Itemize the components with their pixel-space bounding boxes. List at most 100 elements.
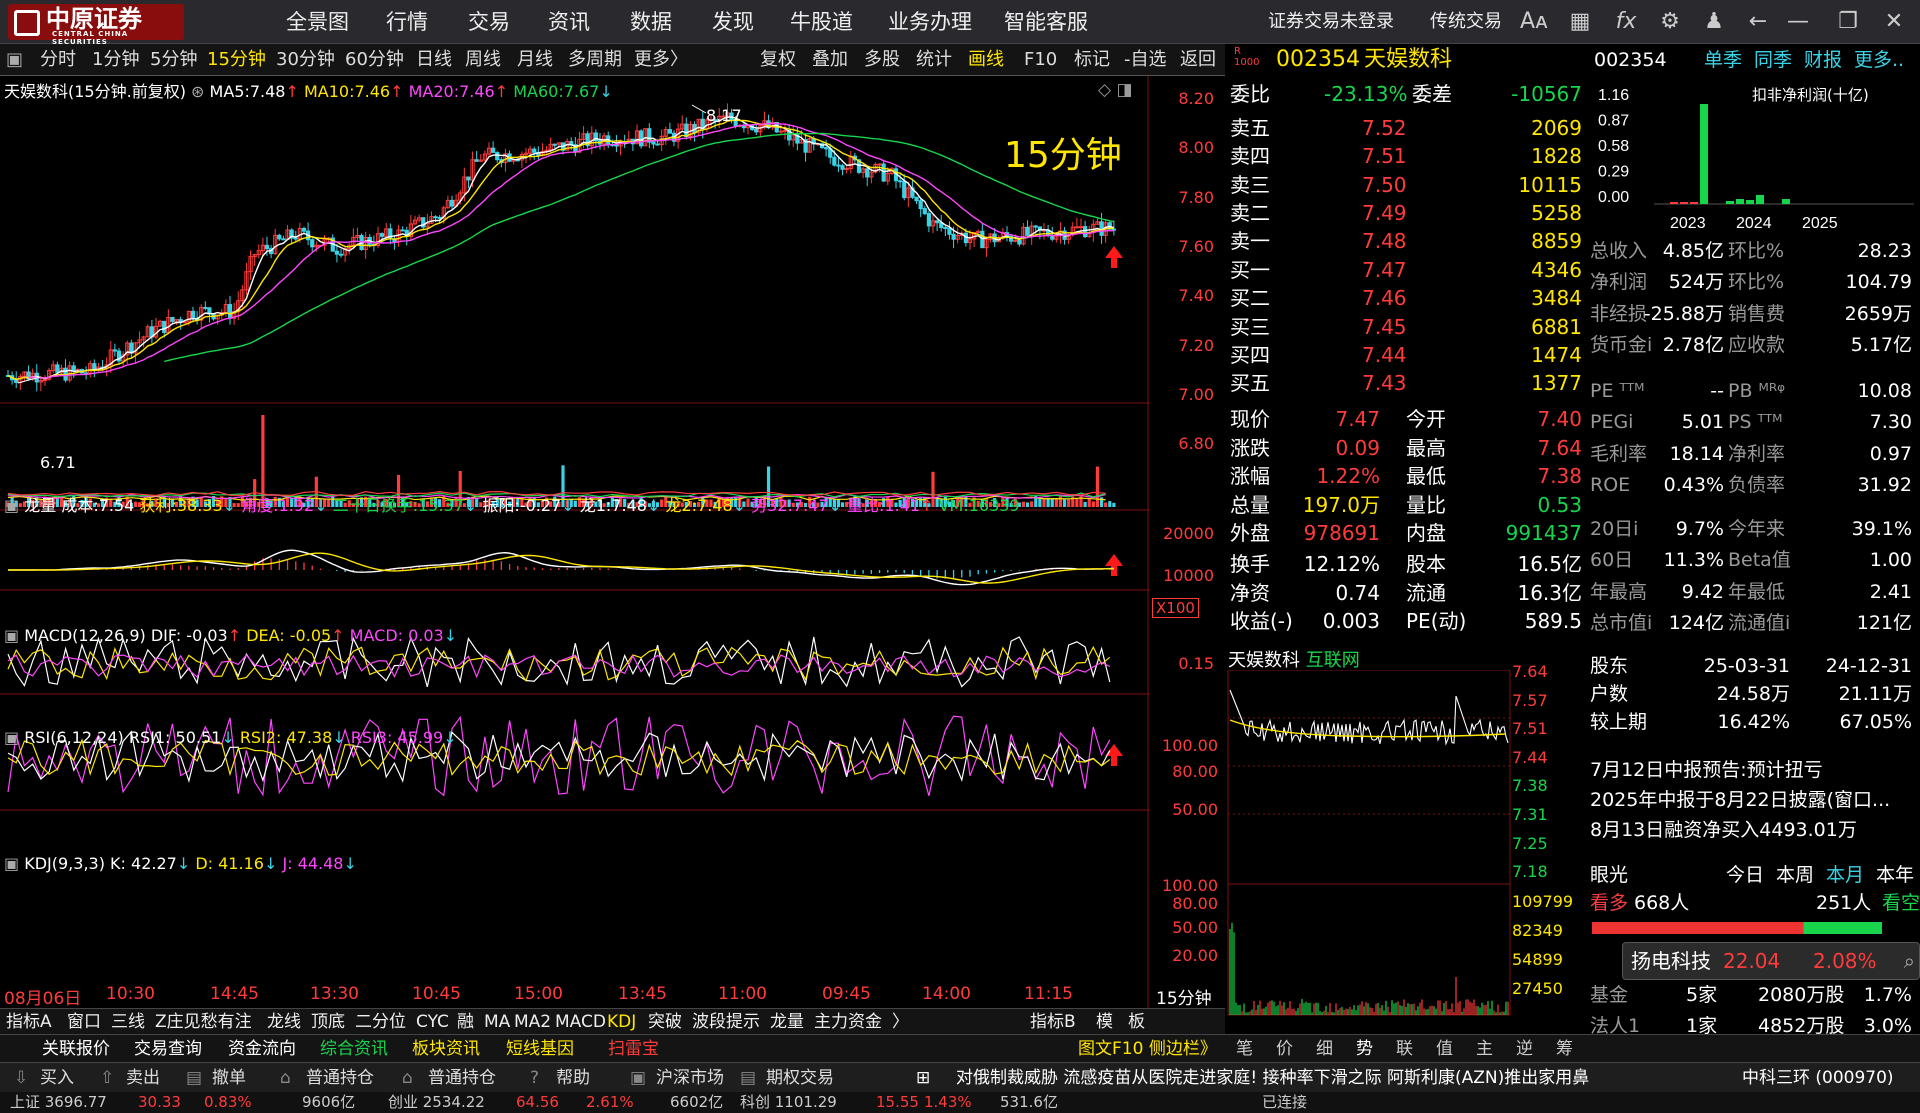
bottom-tab[interactable]: 交易查询 — [134, 1035, 202, 1063]
stock-popup[interactable]: 扬电科技 22.04 2.08% ⌕ — [1622, 942, 1920, 980]
indicator-tab[interactable]: KDJ — [607, 1009, 636, 1035]
tool-overlay[interactable]: 叠加 — [812, 44, 848, 76]
search-icon[interactable]: ⌕ — [1904, 943, 1915, 979]
period-tab-15m[interactable]: 15分钟 — [207, 44, 266, 76]
nav-service[interactable]: 智能客服 — [1004, 0, 1088, 44]
bottom-tab[interactable]: 板块资讯 — [412, 1035, 480, 1063]
nav-business[interactable]: 业务办理 — [888, 0, 972, 44]
ask-row[interactable]: 卖四 7.51 1828 — [1228, 142, 1586, 170]
indicator-tab[interactable]: 波段提示 — [692, 1009, 760, 1035]
indicator-tab[interactable]: 三线 — [111, 1009, 145, 1035]
nav-data[interactable]: 数据 — [630, 0, 672, 44]
period-tab-multi[interactable]: 多周期 — [568, 44, 622, 76]
nav-overview[interactable]: 全景图 — [286, 0, 349, 44]
action-button[interactable]: 普通持仓 — [306, 1063, 374, 1093]
mini-tab[interactable]: 主 — [1476, 1035, 1493, 1063]
bottom-tab[interactable]: 综合资讯 — [320, 1035, 388, 1063]
grid-icon[interactable]: ▦ — [1566, 8, 1594, 36]
period-tab-tick[interactable]: 分时 — [40, 44, 76, 76]
plus-icon[interactable]: ⊞ — [916, 1063, 930, 1093]
close-icon[interactable]: ✕ — [1880, 8, 1908, 36]
news-item[interactable]: 8月13日融资净买入4493.01万 — [1590, 815, 1920, 845]
period-tab-30m[interactable]: 30分钟 — [276, 44, 335, 76]
news-item[interactable]: 7月12日中报预告:预计扭亏 — [1590, 755, 1920, 785]
mini-tab[interactable]: 逆 — [1516, 1035, 1533, 1063]
fin-tab-report[interactable]: 财报 — [1804, 44, 1842, 76]
minimize-icon[interactable]: — — [1784, 8, 1812, 36]
tool-f10[interactable]: F10 — [1024, 44, 1057, 76]
action-button[interactable]: 撤单 — [212, 1063, 246, 1093]
indicator-tab[interactable]: 顶底 — [311, 1009, 345, 1035]
bid-row[interactable]: 买一 7.47 4346 — [1228, 256, 1586, 284]
indicator-tab[interactable]: 〉 — [892, 1009, 909, 1035]
period-tab-more[interactable]: 更多〉 — [634, 44, 688, 76]
font-size-icon[interactable]: Aᴀ — [1520, 8, 1548, 36]
period-tab-day[interactable]: 日线 — [416, 44, 452, 76]
formula-icon[interactable]: fx — [1612, 8, 1640, 36]
eye-tab[interactable]: 今日 — [1726, 860, 1764, 890]
indicator-tab[interactable]: MA — [484, 1009, 510, 1035]
indicator-b-tab[interactable]: 模 — [1096, 1009, 1113, 1035]
action-button[interactable]: 沪深市场 — [656, 1063, 724, 1093]
news-item[interactable]: 2025年中报于8月22日披露(窗口... — [1590, 785, 1920, 815]
bid-row[interactable]: 买五 7.43 1377 — [1228, 369, 1586, 397]
action-button[interactable]: 帮助 — [556, 1063, 590, 1093]
indicator-tab[interactable]: MACD — [555, 1009, 606, 1035]
mini-tab[interactable]: 筹 — [1556, 1035, 1573, 1063]
chart-toggle-icon[interactable]: ◇ ◨ — [1098, 80, 1133, 100]
indicator-tab[interactable]: 窗口 — [67, 1009, 101, 1035]
action-button[interactable]: 普通持仓 — [428, 1063, 496, 1093]
period-tab-week[interactable]: 周线 — [465, 44, 501, 76]
indicator-tab[interactable]: Z庄见愁有注 — [155, 1009, 252, 1035]
bottom-tab[interactable]: 短线基因 — [506, 1035, 574, 1063]
restore-icon[interactable]: ❐ — [1834, 8, 1862, 36]
mini-tab[interactable]: 细 — [1316, 1035, 1333, 1063]
gear-icon[interactable]: ⚙ — [1656, 8, 1684, 36]
mini-tab[interactable]: 值 — [1436, 1035, 1453, 1063]
shirt-icon[interactable]: ♟ — [1700, 8, 1728, 36]
indicator-tab[interactable]: CYC — [416, 1009, 449, 1035]
ask-row[interactable]: 卖一 7.48 8859 — [1228, 227, 1586, 255]
bid-row[interactable]: 买四 7.44 1474 — [1228, 341, 1586, 369]
indicator-b-tab[interactable]: 板 — [1128, 1009, 1145, 1035]
period-tab-month[interactable]: 月线 — [517, 44, 553, 76]
indicator-b-tab[interactable]: 指标B — [1030, 1009, 1076, 1035]
ask-row[interactable]: 卖三 7.50 10115 — [1228, 171, 1586, 199]
indicator-tab[interactable]: 主力资金 — [814, 1009, 882, 1035]
sidebar-toggle[interactable]: 图文F10 侧边栏》 — [1078, 1035, 1217, 1063]
trade-mode[interactable]: 传统交易 — [1430, 0, 1502, 44]
tool-mark[interactable]: 标记 — [1074, 44, 1110, 76]
nav-discover[interactable]: 发现 — [712, 0, 754, 44]
eye-tab[interactable]: 本周 — [1776, 860, 1814, 890]
mini-tab[interactable]: 笔 — [1236, 1035, 1253, 1063]
tool-restore-rights[interactable]: 复权 — [760, 44, 796, 76]
back-arrow-icon[interactable]: ← — [1744, 8, 1772, 36]
period-tab-5m[interactable]: 5分钟 — [150, 44, 197, 76]
indicator-tab[interactable]: 龙线 — [267, 1009, 301, 1035]
mini-tab[interactable]: 势 — [1356, 1035, 1373, 1063]
ask-row[interactable]: 卖二 7.49 5258 — [1228, 199, 1586, 227]
period-tab-60m[interactable]: 60分钟 — [345, 44, 404, 76]
tool-self-select[interactable]: -自选 — [1124, 44, 1167, 76]
nav-news[interactable]: 资讯 — [548, 0, 590, 44]
mini-tab[interactable]: 价 — [1276, 1035, 1293, 1063]
indicator-tab[interactable]: MA2 — [514, 1009, 551, 1035]
ask-row[interactable]: 卖五 7.52 2069 — [1228, 114, 1586, 142]
indicator-tab[interactable]: 二分位 — [355, 1009, 406, 1035]
menu-icon[interactable]: ▣ — [6, 44, 23, 76]
industry-tag[interactable]: 互联网 — [1306, 650, 1360, 671]
tool-draw-line[interactable]: 画线 — [968, 44, 1004, 76]
fin-tab-same[interactable]: 同季 — [1754, 44, 1792, 76]
tool-statistics[interactable]: 统计 — [916, 44, 952, 76]
nav-quotes[interactable]: 行情 — [386, 0, 428, 44]
nav-trade[interactable]: 交易 — [468, 0, 510, 44]
mini-tab[interactable]: 联 — [1396, 1035, 1413, 1063]
eye-tab[interactable]: 本月 — [1826, 860, 1864, 890]
bottom-tab[interactable]: 资金流向 — [228, 1035, 296, 1063]
action-button[interactable]: 期权交易 — [766, 1063, 834, 1093]
indicator-tab[interactable]: 指标A — [6, 1009, 52, 1035]
indicator-tab[interactable]: 突破 — [648, 1009, 682, 1035]
bottom-tab[interactable]: 关联报价 — [42, 1035, 110, 1063]
fin-tab-more[interactable]: 更多.. — [1854, 44, 1904, 76]
login-status[interactable]: 证券交易未登录 — [1268, 0, 1394, 44]
